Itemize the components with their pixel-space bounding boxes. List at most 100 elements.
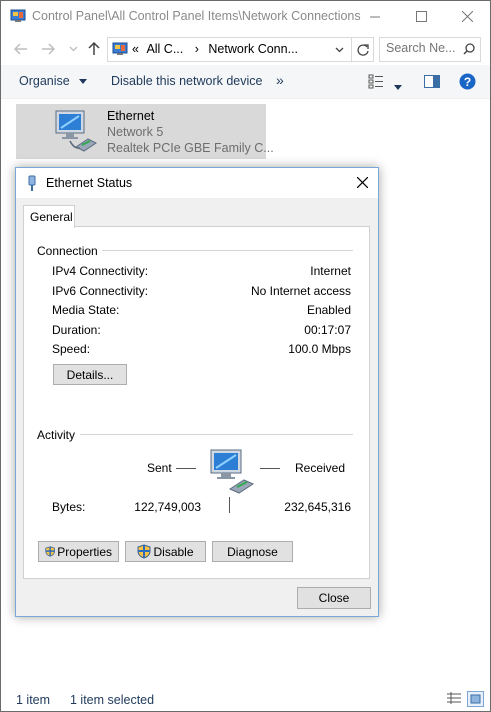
uac-shield-icon <box>45 546 55 557</box>
help-button[interactable]: ? <box>459 73 476 93</box>
dialog-close-button[interactable] <box>354 174 370 190</box>
bytes-sent-value: 122,749,003 <box>134 500 201 514</box>
search-box[interactable] <box>379 37 481 62</box>
search-input[interactable] <box>386 41 458 55</box>
general-tab-panel: Connection IPv4 Connectivity: Internet I… <box>23 226 370 579</box>
speed-label: Speed: <box>52 342 91 356</box>
close-dialog-button[interactable]: Close <box>297 587 371 609</box>
item-count: 1 item <box>16 693 51 707</box>
forward-button[interactable] <box>39 39 57 59</box>
details-view-toggle[interactable] <box>446 692 462 708</box>
minimize-icon <box>370 16 380 17</box>
up-arrow-icon <box>88 42 100 55</box>
sent-label: Sent <box>147 461 172 475</box>
close-window-button[interactable] <box>444 1 490 32</box>
ethernet-status-dialog: Ethernet Status General Connection IPv4 … <box>15 167 379 617</box>
ipv6-value: No Internet access <box>250 284 351 298</box>
navigation-bar: « All C... › Network Conn... <box>1 34 490 64</box>
tab-label: General <box>30 210 73 224</box>
details-view-icon <box>368 74 383 89</box>
control-panel-icon <box>112 42 128 55</box>
chevron-down-icon <box>69 46 77 52</box>
duration-value: 00:17:07 <box>304 323 351 337</box>
window-title: Control Panel\All Control Panel Items\Ne… <box>32 9 361 23</box>
tab-general[interactable]: General <box>23 205 75 228</box>
maximize-button[interactable] <box>398 1 444 32</box>
breadcrumb-item-network-connections[interactable]: Network Conn... <box>208 42 298 56</box>
refresh-button[interactable] <box>351 38 373 61</box>
large-icons-icon <box>470 694 481 704</box>
back-button[interactable] <box>12 39 30 59</box>
chevron-down-icon <box>335 47 344 52</box>
connection-device: Realtek PCIe GBE Family C... <box>107 141 274 155</box>
organise-menu[interactable]: Organise <box>19 74 88 88</box>
disable-label: Disable <box>153 544 194 559</box>
title-bar: Control Panel\All Control Panel Items\Ne… <box>1 1 490 32</box>
dialog-title: Ethernet Status <box>46 176 133 190</box>
refresh-icon <box>356 43 369 56</box>
large-icons-view-toggle[interactable] <box>467 691 484 707</box>
dropdown-arrow-icon <box>79 79 88 85</box>
ipv6-label: IPv6 Connectivity: <box>52 284 149 298</box>
network-adapter-icon <box>55 110 97 152</box>
dropdown-arrow-icon <box>394 85 402 90</box>
dialog-title-bar: Ethernet Status <box>16 168 378 198</box>
selected-count: 1 item selected <box>70 693 155 707</box>
duration-label: Duration: <box>52 323 101 337</box>
disable-network-device-button[interactable]: Disable this network device <box>111 74 262 88</box>
ipv4-value: Internet <box>310 264 351 278</box>
received-label: Received <box>295 461 346 475</box>
properties-button[interactable]: Properties <box>38 541 119 562</box>
media-state-label: Media State: <box>52 303 120 317</box>
breadcrumb-separator[interactable]: › <box>195 42 199 56</box>
details-button[interactable]: Details... <box>53 364 127 385</box>
recent-locations-button[interactable] <box>64 39 82 59</box>
maximize-icon <box>415 11 427 22</box>
back-arrow-icon <box>14 43 27 55</box>
control-panel-icon <box>10 9 26 22</box>
connection-heading: Connection <box>37 244 98 258</box>
media-state-value: Enabled <box>306 303 351 317</box>
command-bar: Organise Disable this network device » ? <box>1 65 490 99</box>
breadcrumb-item-all-items[interactable]: All C... <box>146 42 183 56</box>
bytes-divider <box>229 497 230 513</box>
details-view-icon <box>447 692 461 704</box>
status-bar: 1 item 1 item selected <box>1 687 490 711</box>
minimize-button[interactable] <box>352 1 398 32</box>
bytes-received-value: 232,645,316 <box>284 500 351 514</box>
preview-pane-icon <box>424 75 440 88</box>
search-icon <box>463 43 475 55</box>
uac-shield-icon <box>137 544 151 559</box>
breadcrumb-overflow[interactable]: « <box>132 42 139 56</box>
activity-divider <box>80 434 353 435</box>
network-activity-icon <box>210 449 255 494</box>
address-bar[interactable]: « All C... › Network Conn... <box>107 37 374 62</box>
ipv4-label: IPv4 Connectivity: <box>52 264 149 278</box>
more-commands-button[interactable]: » <box>276 72 284 88</box>
up-button[interactable] <box>85 39 103 59</box>
close-icon <box>356 176 368 188</box>
disable-button[interactable]: Disable <box>125 541 206 562</box>
help-icon: ? <box>459 73 476 90</box>
svg-text:?: ? <box>464 75 471 89</box>
organise-label: Organise <box>19 74 70 88</box>
connection-divider <box>102 250 353 251</box>
connection-network: Network 5 <box>107 125 164 139</box>
diagnose-button[interactable]: Diagnose <box>212 541 293 562</box>
address-history-dropdown[interactable] <box>330 38 349 61</box>
close-icon <box>461 11 473 22</box>
preview-pane-button[interactable] <box>424 75 440 91</box>
bytes-label: Bytes: <box>52 500 86 514</box>
received-line <box>260 468 280 469</box>
change-view-button[interactable] <box>368 74 384 89</box>
activity-heading: Activity <box>37 428 76 442</box>
ethernet-connection-item[interactable]: Ethernet Network 5 Realtek PCIe GBE Fami… <box>16 104 274 159</box>
ethernet-cable-icon <box>28 175 36 191</box>
properties-label: Properties <box>57 544 112 559</box>
sent-line <box>176 468 196 469</box>
view-options-dropdown[interactable] <box>394 79 402 93</box>
speed-value: 100.0 Mbps <box>288 342 351 356</box>
forward-arrow-icon <box>42 43 55 55</box>
connection-name: Ethernet <box>107 109 155 123</box>
breadcrumb: « All C... › Network Conn... <box>132 42 298 56</box>
